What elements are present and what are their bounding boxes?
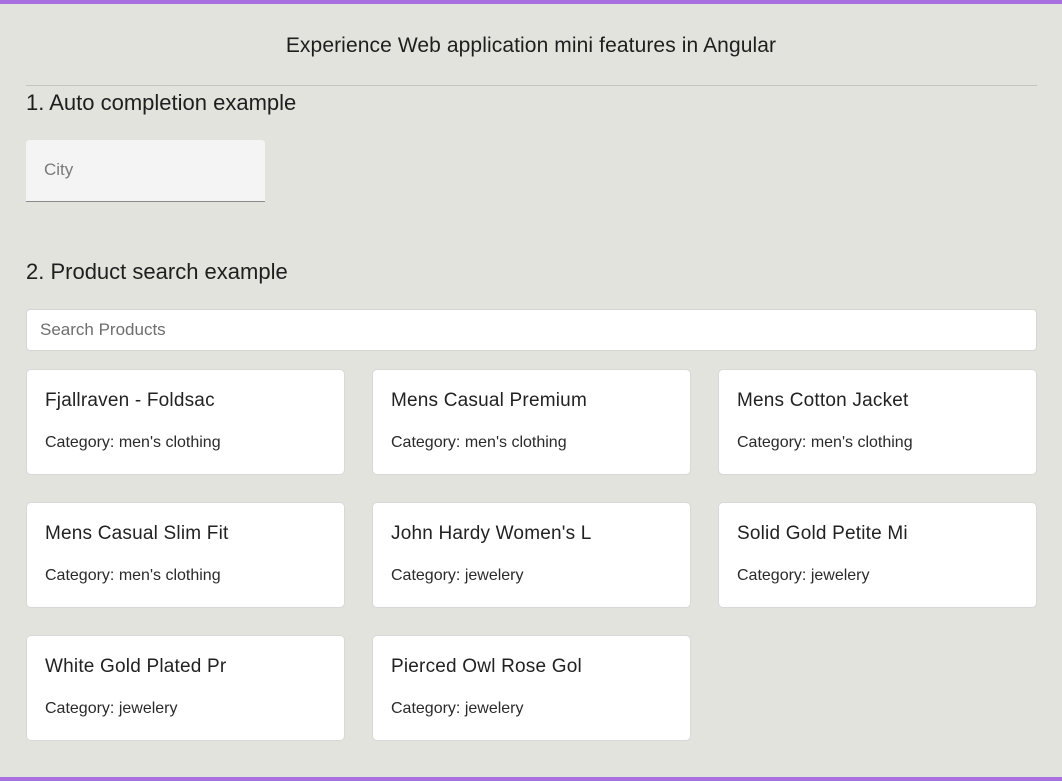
bottom-accent-border xyxy=(0,777,1062,781)
product-title: Mens Casual Premium xyxy=(391,390,587,411)
product-card[interactable]: White Gold Plated Pr Category: jewelery xyxy=(26,635,345,741)
title-divider xyxy=(26,85,1037,86)
product-category: Category: men's clothing xyxy=(45,434,221,451)
search-products-input[interactable] xyxy=(40,320,1000,340)
product-title: John Hardy Women's L xyxy=(391,523,592,544)
product-title: Solid Gold Petite Mi xyxy=(737,523,908,544)
product-category: Category: men's clothing xyxy=(45,567,221,584)
product-card[interactable]: Mens Casual Slim Fit Category: men's clo… xyxy=(26,502,345,608)
product-title: White Gold Plated Pr xyxy=(45,656,227,677)
city-input[interactable] xyxy=(44,160,244,180)
page-title: Experience Web application mini features… xyxy=(285,34,777,57)
autocomplete-section-heading: 1. Auto completion example xyxy=(26,90,297,115)
city-autocomplete-field[interactable] xyxy=(26,140,265,202)
product-card[interactable]: Solid Gold Petite Mi Category: jewelery xyxy=(718,502,1037,608)
product-title: Pierced Owl Rose Gol xyxy=(391,656,582,677)
product-title: Mens Casual Slim Fit xyxy=(45,523,229,544)
product-card[interactable]: Mens Cotton Jacket Category: men's cloth… xyxy=(718,369,1037,475)
product-grid: Fjallraven - Foldsac Category: men's clo… xyxy=(26,369,1037,741)
product-title: Mens Cotton Jacket xyxy=(737,390,909,411)
product-category: Category: jewelery xyxy=(737,567,870,584)
top-accent-border xyxy=(0,0,1062,4)
product-card[interactable]: John Hardy Women's L Category: jewelery xyxy=(372,502,691,608)
product-category: Category: jewelery xyxy=(391,700,524,717)
product-category: Category: men's clothing xyxy=(391,434,567,451)
product-search-box[interactable] xyxy=(26,309,1037,351)
product-category: Category: jewelery xyxy=(391,567,524,584)
product-card[interactable]: Pierced Owl Rose Gol Category: jewelery xyxy=(372,635,691,741)
product-title: Fjallraven - Foldsac xyxy=(45,390,215,411)
product-category: Category: jewelery xyxy=(45,700,178,717)
product-search-section-heading: 2. Product search example xyxy=(26,259,288,284)
product-card[interactable]: Fjallraven - Foldsac Category: men's clo… xyxy=(26,369,345,475)
product-card[interactable]: Mens Casual Premium Category: men's clot… xyxy=(372,369,691,475)
product-category: Category: men's clothing xyxy=(737,434,913,451)
